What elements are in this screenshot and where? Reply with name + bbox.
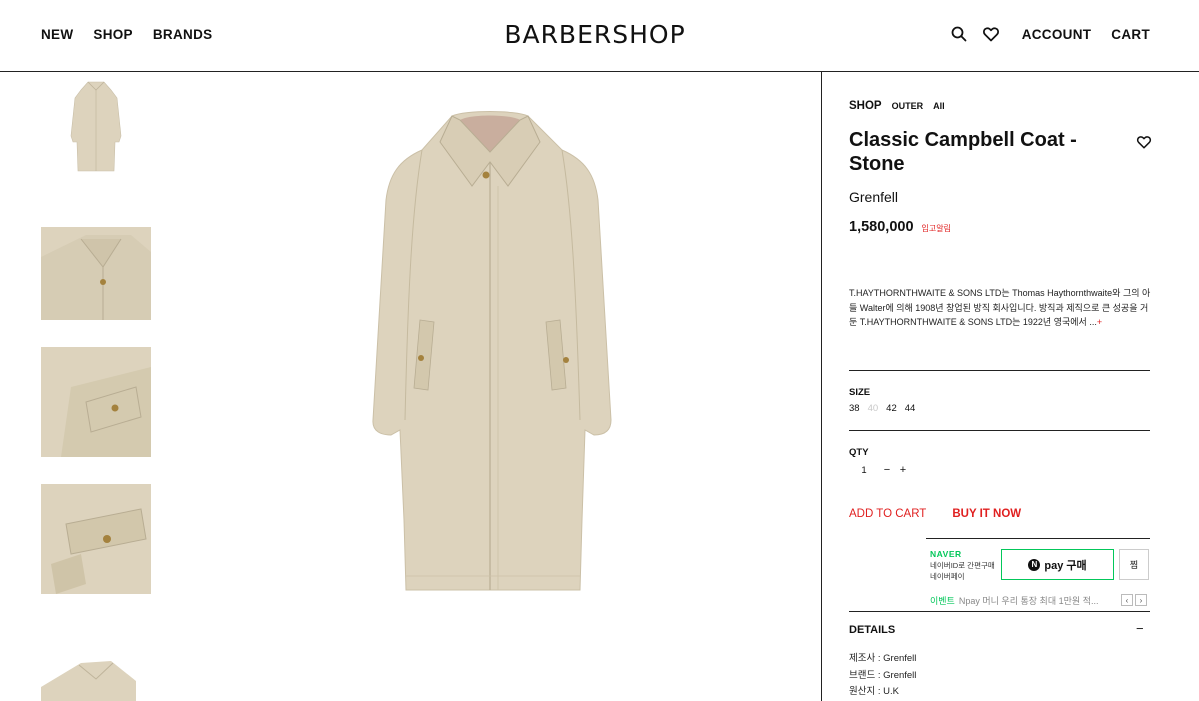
naver-pay-event-banner[interactable]: 이벤트 Npay 머니 우리 통장 최대 1만원 적... (930, 594, 1108, 607)
product-title: Classic Campbell Coat - Stone (849, 129, 1077, 175)
event-tag: 이벤트 (930, 596, 955, 606)
thumbnail-back[interactable] (41, 657, 151, 701)
quantity-stepper: 1 − + (849, 464, 911, 476)
chevron-right-icon[interactable]: › (1135, 594, 1147, 606)
detail-origin: 원산지 : U.K (849, 686, 899, 697)
site-header: NEW SHOP BRANDS BARBERSHOP ACCOUNT CART (0, 0, 1199, 72)
read-more-link[interactable]: + (1097, 317, 1102, 327)
naver-pay-n-icon: N (1028, 558, 1041, 571)
quantity-value[interactable]: 1 (849, 465, 879, 476)
size-option-38[interactable]: 38 (849, 403, 860, 414)
size-options: 38 40 42 44 (849, 403, 915, 414)
size-option-40: 40 (867, 403, 879, 414)
event-text: Npay 머니 우리 통장 최대 1만원 적... (958, 596, 1099, 606)
add-to-cart-button[interactable]: ADD TO CART (849, 508, 926, 520)
heart-icon[interactable] (1136, 134, 1152, 150)
size-option-42[interactable]: 42 (886, 403, 897, 414)
product-info-panel: SHOP OUTER All Classic Campbell Coat - S… (821, 72, 1199, 701)
naver-pay-box: NAVER 네이버ID로 간편구매 네이버페이 N pay 구매 찜 이벤트 Np… (926, 538, 1150, 610)
chevron-left-icon[interactable]: ‹ (1121, 594, 1133, 606)
size-label: SIZE (849, 387, 871, 398)
price-row: 1,580,000 입고알림 (849, 219, 951, 235)
product-description: T.HAYTHORNTHWAITE & SONS LTD는 Thomas Hay… (849, 286, 1151, 330)
quantity-decrease-button[interactable]: − (879, 464, 895, 476)
detail-manufacturer: 제조사 : Grenfell (849, 653, 917, 664)
thumbnail-flap-pocket[interactable] (41, 484, 151, 594)
thumbnail-collar[interactable] (41, 227, 151, 320)
qty-label: QTY (849, 447, 869, 458)
divider (849, 430, 1150, 431)
details-heading[interactable]: DETAILS (849, 624, 895, 636)
purchase-actions: ADD TO CART BUY IT NOW (849, 508, 1021, 520)
detail-brand: 브랜드 : Grenfell (849, 669, 917, 681)
quantity-increase-button[interactable]: + (895, 464, 911, 476)
naver-pay-subtitle: 네이버ID로 간편구매 네이버페이 (930, 561, 995, 581)
naver-zzim-button[interactable]: 찜 (1119, 549, 1149, 580)
naver-logo: NAVER (930, 549, 962, 559)
breadcrumb-shop[interactable]: SHOP (849, 100, 882, 112)
main-product-image[interactable] (300, 90, 680, 610)
event-pager: ‹ › (1121, 594, 1147, 606)
details-list: 제조사 : Grenfell 브랜드 : Grenfell 원산지 : U.K (849, 651, 916, 701)
thumbnail-full-coat[interactable] (41, 76, 151, 181)
account-link[interactable]: ACCOUNT (1022, 27, 1092, 42)
product-brand[interactable]: Grenfell (849, 189, 898, 205)
breadcrumb: SHOP OUTER All (849, 100, 945, 112)
breadcrumb-all[interactable]: All (933, 101, 945, 111)
wishlist-heart-icon[interactable] (982, 25, 1000, 43)
divider (849, 611, 1150, 612)
restock-alert-link[interactable]: 입고알림 (922, 223, 951, 234)
naver-pay-button[interactable]: N pay 구매 (1001, 549, 1114, 580)
utility-nav: ACCOUNT CART (950, 25, 1150, 43)
product-price: 1,580,000 (849, 219, 914, 235)
naver-pay-button-label: pay 구매 (1044, 559, 1087, 572)
divider (849, 370, 1150, 371)
breadcrumb-outer[interactable]: OUTER (892, 101, 924, 111)
description-text: T.HAYTHORNTHWAITE & SONS LTD는 Thomas Hay… (849, 288, 1151, 327)
size-option-44[interactable]: 44 (905, 403, 916, 414)
details-collapse-toggle[interactable]: − (1136, 621, 1144, 636)
thumbnail-pocket[interactable] (41, 347, 151, 457)
buy-now-button[interactable]: BUY IT NOW (952, 508, 1021, 520)
cart-link[interactable]: CART (1111, 27, 1150, 42)
search-icon[interactable] (950, 25, 968, 43)
